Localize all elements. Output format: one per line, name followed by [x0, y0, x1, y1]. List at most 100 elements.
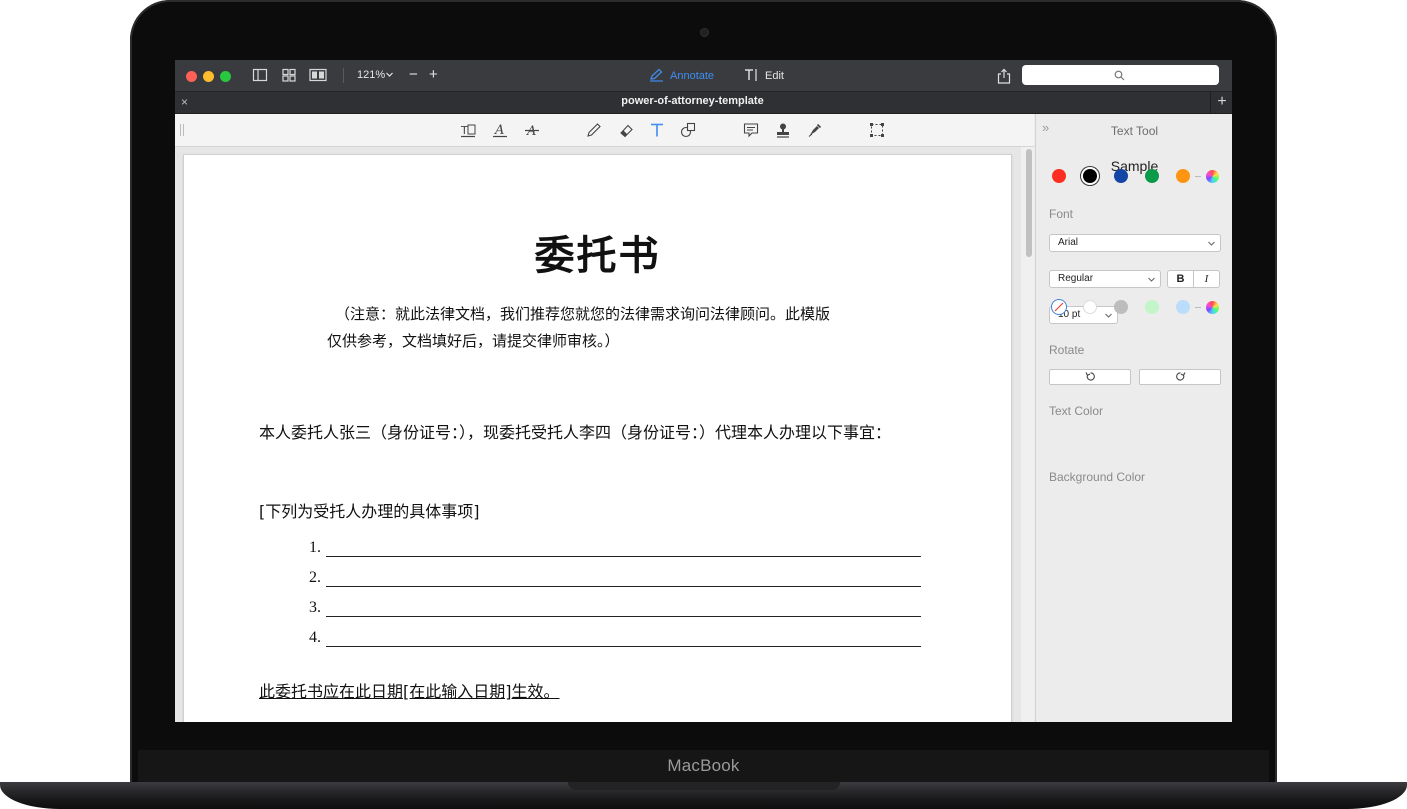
device-brand: MacBook: [667, 756, 740, 775]
edit-mode-button[interactable]: Edit: [744, 68, 784, 84]
blank-line: [326, 646, 921, 647]
text-tool-icon[interactable]: [649, 122, 665, 138]
background-swatch-blue[interactable]: [1176, 300, 1190, 314]
eraser-icon[interactable]: [618, 122, 634, 138]
rotate-label: Rotate: [1049, 343, 1085, 357]
text-color-swatch-blue[interactable]: [1114, 169, 1128, 183]
background-color-label: Background Color: [1049, 470, 1146, 484]
stamp-icon[interactable]: [775, 122, 791, 138]
list-item-number: 2.: [309, 569, 321, 586]
underline-text-icon[interactable]: A: [492, 122, 508, 138]
selection-icon[interactable]: [869, 122, 885, 138]
list-item-number: 4.: [309, 629, 321, 646]
list-item: 3.: [309, 596, 921, 626]
annotation-toolbar: T A A: [175, 114, 1034, 147]
rotate-right-icon: [1176, 372, 1186, 381]
divider: [1195, 307, 1201, 308]
list-item-number: 3.: [309, 599, 321, 616]
font-style-value: Regular: [1058, 273, 1094, 284]
edit-label: Edit: [765, 70, 784, 82]
text-color-swatch-green[interactable]: [1145, 169, 1159, 183]
font-family-value: Arial: [1058, 237, 1079, 248]
annotate-mode-button[interactable]: Annotate: [649, 68, 714, 84]
document-page[interactable]: 委托书 （注意：就此法律文档，我们推荐您就您的法律需求询问法律顾问。此模版 仅供…: [184, 155, 1011, 722]
text-color-label: Text Color: [1049, 404, 1104, 418]
scrollbar-thumb[interactable]: [1026, 149, 1032, 257]
panel-title: Text Tool: [1110, 124, 1159, 138]
text-color-swatch-red[interactable]: [1052, 169, 1066, 183]
app-window: 121% − + Annotate Edit × power-of-attorn…: [175, 60, 1232, 722]
zoom-in-button[interactable]: +: [429, 66, 438, 84]
new-tab-button[interactable]: +: [1210, 92, 1232, 113]
annotate-label: Annotate: [670, 70, 715, 82]
effective-date-line: 此委托书应在此日期[在此输入日期]生效。: [259, 682, 560, 701]
sidebar-toggle-icon[interactable]: [252, 68, 268, 82]
chevron-down-icon: [1105, 313, 1112, 318]
document-viewport[interactable]: 委托书 （注意：就此法律文档，我们推荐您就您的法律需求询问法律顾问。此模版 仅供…: [175, 147, 1034, 722]
document-title: 委托书: [534, 233, 661, 279]
comment-icon[interactable]: [743, 122, 759, 138]
color-picker-icon[interactable]: [1206, 301, 1219, 314]
tab-bar: × power-of-attorney-template +: [175, 92, 1232, 114]
background-swatch-gray[interactable]: [1114, 300, 1128, 314]
window-minimize-button[interactable]: [203, 71, 214, 82]
highlight-text-icon[interactable]: T: [460, 122, 476, 138]
blank-line: [326, 616, 921, 617]
window-close-button[interactable]: [186, 71, 197, 82]
list-item: 1.: [309, 536, 921, 566]
background-swatch-white[interactable]: [1083, 300, 1097, 314]
zoom-out-button[interactable]: −: [409, 66, 418, 84]
main-toolbar: 121% − + Annotate Edit: [175, 60, 1232, 92]
list-item-number: 1.: [309, 539, 321, 556]
shapes-icon[interactable]: [680, 122, 696, 138]
search-input[interactable]: [1022, 65, 1219, 85]
list-item: 4.: [309, 626, 921, 656]
search-icon: [1114, 70, 1125, 81]
text-cursor-icon: [745, 69, 757, 81]
chevron-down-icon[interactable]: [385, 70, 394, 79]
no-color-swatch[interactable]: [1051, 299, 1067, 315]
blank-line: [326, 586, 921, 587]
note-line-2: 仅供参考，文档填好后，请提交律师审核。）: [327, 332, 620, 350]
rotate-right-button[interactable]: [1139, 369, 1221, 385]
matters-subheading: [下列为受托人办理的具体事项]: [259, 502, 480, 521]
text-tool-panel: » Text Tool Sample Font Arial Regular B …: [1035, 114, 1232, 722]
color-picker-icon[interactable]: [1206, 170, 1219, 183]
tab-document-title[interactable]: power-of-attorney-template: [175, 95, 1210, 107]
matters-list: 1. 2. 3. 4.: [309, 536, 921, 656]
chevron-down-icon: [1208, 241, 1215, 246]
strikethrough-text-icon[interactable]: A: [524, 122, 540, 138]
italic-button[interactable]: I: [1193, 270, 1220, 288]
chevron-down-icon: [1148, 277, 1155, 282]
text-color-swatch-black[interactable]: [1083, 169, 1097, 183]
no-fill-icon: [1054, 302, 1064, 312]
document-note: （注意：就此法律文档，我们推荐您就您的法律需求询问法律顾问。此模版 仅供参考，文…: [327, 301, 847, 355]
bold-button[interactable]: B: [1167, 270, 1194, 288]
share-icon[interactable]: [997, 68, 1011, 84]
text-color-swatch-orange[interactable]: [1176, 169, 1190, 183]
list-item: 2.: [309, 566, 921, 596]
font-style-select[interactable]: Regular: [1049, 270, 1161, 288]
svg-text:A: A: [494, 123, 504, 138]
window-zoom-button[interactable]: [220, 71, 231, 82]
pencil-icon[interactable]: [586, 122, 602, 138]
pen-icon: [650, 68, 663, 82]
authorization-paragraph: 本人委托人张三（身份证号：），现委托受托人李四（身份证号：）代理本人办理以下事宜…: [259, 423, 892, 442]
rotate-left-button[interactable]: [1049, 369, 1131, 385]
rotate-left-icon: [1085, 372, 1095, 381]
page-layout-icon[interactable]: [309, 68, 327, 82]
font-label: Font: [1049, 207, 1074, 221]
toolbar-grip-handle[interactable]: [180, 124, 184, 136]
note-line-1: （注意：就此法律文档，我们推荐您就您的法律需求询问法律顾问。此模版: [335, 305, 831, 323]
divider: [1195, 176, 1201, 177]
camera-icon: [700, 28, 709, 37]
font-sample-preview: Sample: [1110, 158, 1159, 174]
zoom-level[interactable]: 121%: [357, 69, 385, 81]
background-swatch-green[interactable]: [1145, 300, 1159, 314]
font-family-select[interactable]: Arial: [1049, 234, 1221, 252]
svg-text:T: T: [460, 124, 468, 137]
signature-pen-icon[interactable]: [807, 122, 823, 138]
laptop-notch: [568, 782, 840, 790]
thumbnail-grid-icon[interactable]: [281, 68, 297, 82]
toolbar-divider: [343, 68, 344, 83]
